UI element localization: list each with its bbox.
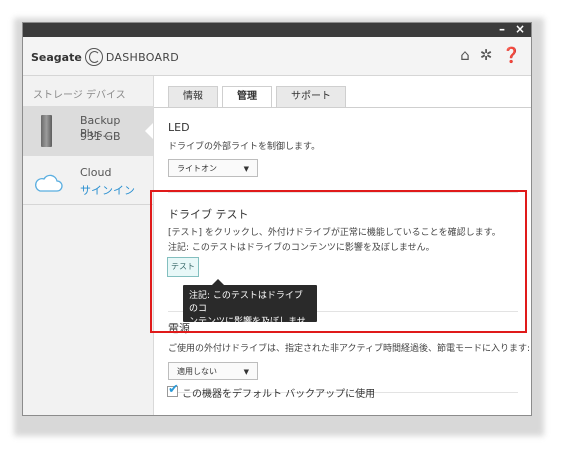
app-name: DASHBOARD (105, 50, 180, 64)
checkmark-icon: ✔ (168, 382, 179, 397)
tab-info[interactable]: 情報 (168, 86, 218, 107)
help-icon[interactable]: ❓ (502, 46, 521, 64)
divider (168, 192, 518, 193)
default-backup-checkbox[interactable]: ✔ (167, 382, 179, 397)
title-bar: – × (23, 23, 531, 37)
dashboard-window: – × Seagate DASHBOARD ⌂ ✲ ❓ ストレージ デバイス B… (22, 22, 532, 416)
default-backup-label: この機器をデフォルト バックアップに使用 (182, 389, 376, 400)
led-description: ドライブの外部ライトを制御します。 (168, 142, 321, 152)
power-description: ご使用の外付けドライブは、指定された非アクティブ時間経過後、節電モードに入ります… (168, 344, 531, 354)
seagate-logo-icon (84, 48, 103, 66)
tab-divider (154, 107, 531, 108)
drive-test-line1: [テスト] をクリックし、外付けドライブが正常に機能していることを確認します。 (168, 228, 501, 238)
brand-name: Seagate (31, 50, 82, 64)
drive-test-title: ドライブ テスト (168, 208, 249, 221)
cloud-icon (35, 174, 63, 192)
sidebar: ストレージ デバイス Backup Plus… 931 GB Cloud サイン… (23, 76, 154, 415)
tab-manage[interactable]: 管理 (222, 86, 272, 108)
led-dropdown-value: ライトオン (177, 164, 217, 173)
led-title: LED (168, 121, 190, 134)
caret-down-icon: ▼ (243, 368, 249, 376)
drive-test-line2: 注記: このテストはドライブのコンテンツに影響を及ぼしません。 (168, 243, 435, 253)
minimize-button[interactable]: – (499, 23, 505, 37)
close-button[interactable]: × (515, 23, 525, 37)
sidebar-section-title: ストレージ デバイス (33, 90, 126, 101)
power-dropdown-value: 適用しない (177, 367, 217, 376)
home-icon[interactable]: ⌂ (460, 46, 470, 64)
test-button[interactable]: テスト (167, 257, 199, 277)
power-dropdown[interactable]: 適用しない ▼ (168, 362, 258, 380)
led-dropdown[interactable]: ライトオン ▼ (168, 159, 258, 177)
sidebar-item-backup-plus[interactable]: Backup Plus… 931 GB (23, 106, 153, 156)
tooltip-line1: 注記: このテストはドライブのコ (189, 291, 303, 314)
gear-icon[interactable]: ✲ (480, 46, 493, 64)
tab-support[interactable]: サポート (276, 86, 346, 107)
drive-icon (41, 115, 52, 147)
tooltip-line2: ンテンツに影響を及ぼしません。 (189, 317, 306, 340)
selected-arrow (145, 123, 153, 139)
device-capacity: 931 GB (80, 130, 121, 143)
cloud-name: Cloud (80, 166, 112, 179)
brand-logo: Seagate DASHBOARD (31, 48, 179, 66)
sidebar-item-cloud[interactable]: Cloud サインイン (23, 160, 153, 205)
app-header: Seagate DASHBOARD ⌂ ✲ ❓ (23, 37, 531, 76)
caret-down-icon: ▼ (243, 165, 249, 173)
tooltip: 注記: このテストはドライブのコ ンテンツに影響を及ぼしません。 (183, 285, 317, 340)
main-panel: 情報 管理 サポート LED ドライブの外部ライトを制御します。 ライトオン ▼… (154, 76, 531, 415)
power-title: 電源 (168, 322, 190, 335)
cloud-signin-link[interactable]: サインイン (80, 182, 135, 198)
tab-bar: 情報 管理 サポート (168, 86, 346, 108)
